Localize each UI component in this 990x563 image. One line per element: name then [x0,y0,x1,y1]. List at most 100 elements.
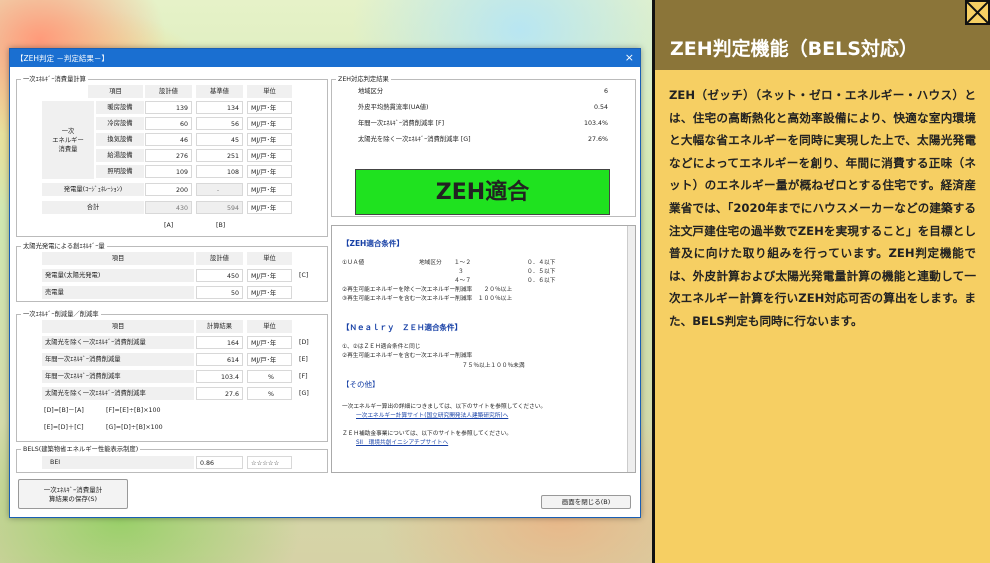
header-item: 項目 [42,252,194,265]
bels-group-label: BELS(建築物省エネルギー性能表示制度) [21,445,141,454]
row-name: 売電量 [42,286,194,299]
nearly-condition-1: ①、②はＺＥＨ適合条件と同じ [342,344,421,350]
solar-group-label: 太陽光発電による創ｴﾈﾙｷﾞｰ量 [21,242,107,251]
total-design: 430 [145,201,192,214]
value-base: 108 [196,165,243,178]
result-name: 地域区分 [358,88,384,95]
value-unit: MJ/戸･年 [247,353,292,366]
value-result: 164 [196,336,243,349]
feature-panel: ZEH判定機能（BELS対応） ZEH（ゼッチ）（ネット・ゼロ・エネルギー・ハウ… [655,0,990,563]
row-name: 暖房設備 [96,101,144,114]
ua-threshold: ０．４以下 [527,260,556,266]
zeh-result-window: 【ZEH判定 －判定結果－】 × 一次ｴﾈﾙｷﾞｰ消費量計算 項目 設計値 基準… [9,48,641,518]
row-name: 給湯設備 [96,149,144,162]
mark-f: [F] [299,373,308,380]
bels-stars: ☆☆☆☆☆ [247,456,292,469]
value-design: 109 [145,165,192,178]
zeh-conditions-title: 【ZEH適合条件】 [342,239,404,248]
value-base: 56 [196,117,243,130]
mark-g: [G] [299,390,309,397]
value-unit: % [247,387,292,400]
window-titlebar: 【ZEH判定 －判定結果－】 × [10,49,640,67]
nearly-condition-3: ７５％以上１００％未満 [462,363,525,369]
result-value: 0.54 [593,104,608,111]
value-unit: MJ/戸･年 [247,183,292,196]
row-name: 照明設備 [96,165,144,178]
header-design: 設計値 [196,252,243,265]
value-result: 103.4 [196,370,243,383]
header-item: 項目 [42,320,194,333]
window-close-icon[interactable]: × [625,51,634,64]
region-range: ３ [458,269,464,275]
row-name: 太陽光を除く一次ｴﾈﾙｷﾞｰ消費削減量 [42,336,194,349]
formula: [E]=[D]＋[C] [44,424,84,431]
row-name-cogen: 発電量(ｺｰｼﾞｪﾈﾚｰｼｮﾝ) [42,183,144,196]
header-result: 計算結果 [196,320,243,333]
nearly-condition-2: ②再生可能エネルギーを含む一次エネルギー削減率 [342,353,473,359]
ua-threshold: ０．５以下 [527,269,556,275]
other-title: 【その他】 [342,380,380,389]
close-icon[interactable] [965,0,990,25]
other-text-1: 一次エネルギー算出の詳細につきましては、以下のサイトを参照してください。 [342,404,547,410]
ua-threshold: ０．６以下 [527,278,556,284]
header-base: 基準値 [196,85,243,98]
save-result-button[interactable]: 一次ｴﾈﾙｷﾞｰ消費量計 算結果の保存(S) [18,479,128,509]
total-base: 594 [196,201,243,214]
panel-title: ZEH判定機能（BELS対応） [655,0,990,70]
value-design: 276 [145,149,192,162]
close-screen-button[interactable]: 画面を閉じる(B) [541,495,631,509]
row-name: 年間一次ｴﾈﾙｷﾞｰ消費削減量 [42,353,194,366]
mark-a: [A] [164,222,174,229]
region-range: ４～７ [454,278,472,284]
zeh-condition-3: ③再生可能エネルギーを含む一次エネルギー削減率 １００％以上 [342,296,513,302]
value-unit: MJ/戸･年 [247,165,292,178]
conditions-box[interactable]: 【ZEH適合条件】 ①ＵＡ値 地域区分 １～２ ０．４以下 ３ ０．５以下 ４～… [331,225,636,473]
primary-group-label: 一次 エネルギー 消費量 [42,101,94,179]
scrollbar[interactable] [627,226,635,472]
value-base: 45 [196,133,243,146]
zeh-condition-2: ②再生可能エネルギーを除く一次エネルギー削減率 ２０％以上 [342,287,513,293]
mark-e: [E] [299,356,308,363]
value-design: 200 [145,183,192,196]
formula: [D]=[B]－[A] [44,407,84,414]
value-unit: MJ/戸･年 [247,201,292,214]
row-name: 年間一次ｴﾈﾙｷﾞｰ消費削減率 [42,370,194,383]
header-unit: 単位 [247,85,292,98]
value-unit: % [247,370,292,383]
value-unit: MJ/戸･年 [247,336,292,349]
result-name: 外皮平均熱貫流率(UA値) [358,104,429,111]
zeh-result-group-label: ZEH対応判定結果 [336,75,391,84]
nearly-zeh-title: 【Ｎｅａｌｒｙ ＺＥＨ適合条件】 [342,323,462,332]
header-item: 項目 [88,85,143,98]
other-text-2: ＺＥＨ補助金事業については、以下のサイトを参照してください。 [342,431,512,437]
result-name: 年間一次ｴﾈﾙｷﾞｰ消費削減率 [F] [358,120,445,127]
value-unit: MJ/戸･年 [247,101,292,114]
value-unit: MJ/戸･年 [247,133,292,146]
zeh-verdict: ZEH適合 [355,169,610,215]
sii-site-link[interactable]: SII 環境共創イニシアチブサイトへ [356,437,448,446]
value-unit: MJ/戸･年 [247,149,292,162]
primary-energy-site-link[interactable]: 一次エネルギー計算サイト(国立研究開発法人建築研究所)へ [356,410,508,419]
value-design: 46 [145,133,192,146]
value-base: 134 [196,101,243,114]
reduction-group-label: 一次ｴﾈﾙｷﾞｰ削減量／削減率 [21,310,101,319]
value-design: 450 [196,269,243,282]
header-unit: 単位 [247,320,292,333]
formula: [G]=[D]÷[B]×100 [106,424,163,431]
mark-b: [B] [216,222,226,229]
primary-energy-group-label: 一次ｴﾈﾙｷﾞｰ消費量計算 [21,75,88,84]
value-design: 50 [196,286,243,299]
value-result: 614 [196,353,243,366]
mark-c: [C] [299,272,309,279]
result-value: 6 [603,88,608,95]
row-name: 発電量(太陽光発電) [42,269,194,282]
bei-value: 0.86 [196,456,243,469]
ua-label: ①ＵＡ値 [342,260,365,266]
value-design: 60 [145,117,192,130]
result-name: 太陽光を除く一次ｴﾈﾙｷﾞｰ消費削減率 [G] [358,136,471,143]
row-name: 太陽光を除く一次ｴﾈﾙｷﾞｰ消費削減率 [42,387,194,400]
value-unit: MJ/戸･年 [247,286,292,299]
result-value: 27.6% [587,136,608,143]
row-name: 冷房設備 [96,117,144,130]
value-base: 251 [196,149,243,162]
